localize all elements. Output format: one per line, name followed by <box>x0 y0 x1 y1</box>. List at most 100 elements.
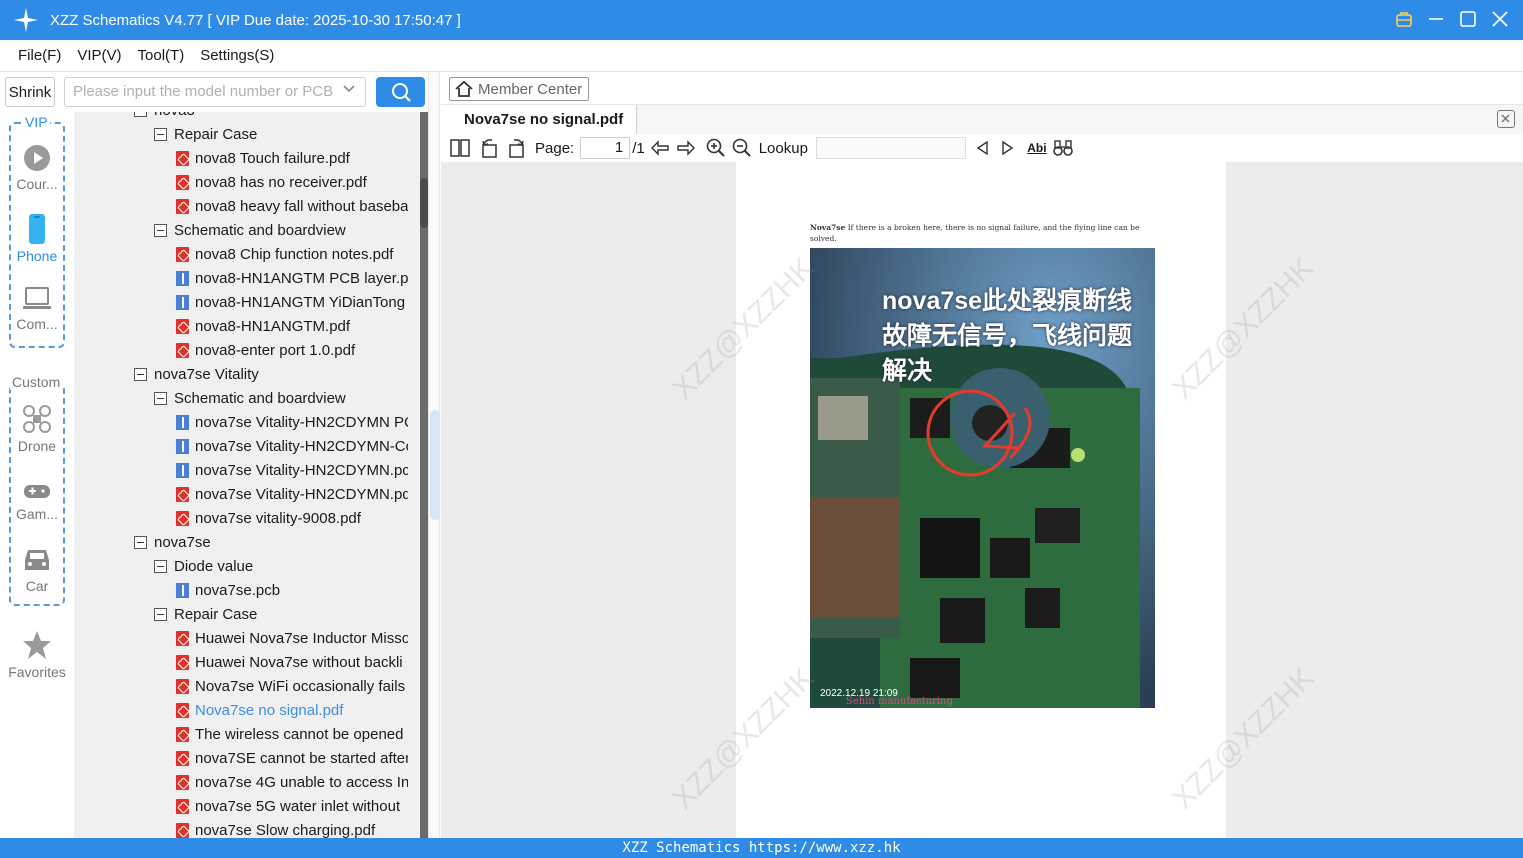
tree-item-label: The wireless cannot be opened <box>195 725 404 743</box>
collapse-handle[interactable] <box>430 410 440 520</box>
tree-item-label: nova7se.pcb <box>195 581 281 599</box>
menu-tool[interactable]: Tool(T) <box>138 47 185 64</box>
tree-folder[interactable]: Schematic and boardview <box>154 386 346 410</box>
tree-item-label: nova8-HN1ANGTM YiDianTong <box>195 293 406 311</box>
zoom-in-icon[interactable] <box>705 137 727 159</box>
tree-file[interactable]: nova8 Chip function notes.pdf <box>176 242 393 266</box>
tree-folder[interactable]: Repair Case <box>154 602 257 626</box>
pdf-file-icon <box>176 750 189 766</box>
tree-file[interactable]: nova7se Vitality-HN2CDYMN-Co <box>176 434 408 458</box>
menu-vip[interactable]: VIP(V) <box>77 47 121 64</box>
tree-file[interactable]: nova8 heavy fall without baseba <box>176 194 408 218</box>
tree-file[interactable]: nova7se vitality-9008.pdf <box>176 506 361 530</box>
collapse-icon[interactable] <box>154 559 167 573</box>
next-page-arrow-icon[interactable] <box>675 137 697 159</box>
tree-file[interactable]: nova8-HN1ANGTM.pdf <box>176 314 350 338</box>
tree-file[interactable]: Nova7se WiFi occasionally fails <box>176 674 405 698</box>
rail-item-courses[interactable]: Cour... <box>0 144 74 192</box>
tree-file[interactable]: nova7se Vitality-HN2CDYMN.pc <box>176 458 408 482</box>
tree-item-label: nova7se Vitality-HN2CDYMN-Co <box>195 437 408 455</box>
pcb-file-icon <box>176 462 189 478</box>
match-case-icon[interactable]: Abi <box>1026 137 1048 159</box>
document-canvas[interactable]: Nova7se If there is a broken here, there… <box>441 162 1523 838</box>
find-next-icon[interactable] <box>998 137 1018 159</box>
tree-item-label: Schematic and boardview <box>174 389 346 407</box>
chevron-down-icon[interactable] <box>342 82 358 98</box>
maximize-button[interactable] <box>1457 8 1479 30</box>
lookup-input[interactable] <box>815 137 966 159</box>
collapse-icon[interactable] <box>154 391 167 405</box>
tree-file[interactable]: nova8 Touch failure.pdf <box>176 146 350 170</box>
two-page-icon[interactable] <box>449 137 471 159</box>
tree-item-label: nova7se Slow charging.pdf <box>195 821 376 839</box>
tree-folder[interactable]: Repair Case <box>154 122 257 146</box>
rail-item-favorites[interactable]: Favorites <box>0 630 74 680</box>
tree-file[interactable]: nova8-HN1ANGTM PCB layer.pd <box>176 266 408 290</box>
collapse-icon[interactable] <box>134 535 147 549</box>
collapse-icon[interactable] <box>154 127 167 141</box>
tree-item-label: Nova7se no signal.pdf <box>195 701 344 719</box>
tree-file[interactable]: nova8-HN1ANGTM YiDianTong <box>176 290 405 314</box>
scroll-thumb[interactable] <box>420 178 428 228</box>
search-input[interactable]: Please input the model number or PCB <box>64 77 366 107</box>
tree-item-label: nova8 has no receiver.pdf <box>195 173 367 191</box>
collapse-icon[interactable] <box>154 607 167 621</box>
collapse-icon[interactable] <box>134 367 147 381</box>
tree-file[interactable]: The wireless cannot be opened <box>176 722 403 746</box>
tree-file[interactable]: Huawei Nova7se Inductor Misso <box>176 626 408 650</box>
tree-file[interactable]: nova7se.pcb <box>176 578 280 602</box>
tree-file[interactable]: Huawei Nova7se without backli <box>176 650 403 674</box>
minimize-button[interactable] <box>1425 8 1447 30</box>
rail-item-car[interactable]: Car <box>0 546 74 594</box>
page-number-input[interactable]: 1 <box>580 137 631 159</box>
tree-folder[interactable]: Diode value <box>154 554 253 578</box>
tree-file[interactable]: nova8 has no receiver.pdf <box>176 170 367 194</box>
rail-item-drone[interactable]: Drone <box>0 404 74 454</box>
member-center-label: Member Center <box>478 80 583 98</box>
close-tabs-icon[interactable] <box>1497 110 1515 128</box>
rail-item-computer[interactable]: Com... <box>0 286 74 332</box>
prev-page-arrow-icon[interactable] <box>649 137 671 159</box>
photo-caption-text: nova7se此处裂痕断线故障无信号，飞线问题解决 <box>882 287 1133 385</box>
tree-file[interactable]: nova7se 4G unable to access Int <box>176 770 408 794</box>
rail-item-label: Cour... <box>16 176 58 192</box>
tab-document[interactable]: Nova7se no signal.pdf <box>441 105 637 134</box>
tree-file[interactable]: nova7se Vitality-HN2CDYMN PC <box>176 410 408 434</box>
rail-item-phone[interactable]: Phone <box>0 214 74 264</box>
rotate-left-icon[interactable] <box>479 137 501 159</box>
collapse-icon[interactable] <box>134 112 147 117</box>
tree-item-label: Huawei Nova7se without backli <box>195 653 403 671</box>
tree-item-label: nova7se Vitality <box>154 365 259 383</box>
zoom-out-icon[interactable] <box>731 137 753 159</box>
tree-folder[interactable]: nova7se <box>134 530 211 554</box>
rail-item-label: Com... <box>16 316 58 332</box>
tree-file[interactable]: nova8-enter port 1.0.pdf <box>176 338 355 362</box>
pdf-file-icon <box>176 198 189 214</box>
menu-file[interactable]: File(F) <box>18 47 61 64</box>
panel-splitter[interactable] <box>428 72 440 838</box>
tree-folder[interactable]: nova7se Vitality <box>134 362 259 386</box>
tree-file[interactable]: nova7se 5G water inlet without <box>176 794 400 818</box>
tree-folder[interactable]: nova8 <box>134 112 195 122</box>
tree-file[interactable]: nova7SE cannot be started after <box>176 746 408 770</box>
rotate-right-icon[interactable] <box>505 137 527 159</box>
menu-settings[interactable]: Settings(S) <box>200 47 274 64</box>
tree-scrollbar[interactable] <box>408 112 428 838</box>
member-row: Member Center <box>441 72 1523 105</box>
rail-item-game[interactable]: Gam... <box>0 480 74 522</box>
vip-bag-icon[interactable] <box>1393 8 1415 30</box>
collapse-icon[interactable] <box>154 223 167 237</box>
pcb-file-icon <box>176 414 189 430</box>
close-button[interactable] <box>1489 8 1511 30</box>
rail-item-label: Car <box>25 578 49 594</box>
shrink-button[interactable]: Shrink <box>5 77 55 107</box>
tree-file[interactable]: Nova7se no signal.pdf <box>176 698 343 722</box>
page-total: /1 <box>632 139 645 157</box>
search-button[interactable] <box>376 77 425 107</box>
tree-file[interactable]: nova7se Vitality-HN2CDYMN.pd <box>176 482 408 506</box>
tree-folder[interactable]: Schematic and boardview <box>154 218 346 242</box>
tree-file[interactable]: nova7se Slow charging.pdf <box>176 818 375 838</box>
find-prev-icon[interactable] <box>972 137 992 159</box>
binoculars-icon[interactable] <box>1052 137 1074 159</box>
member-center-button[interactable]: Member Center <box>449 77 590 101</box>
